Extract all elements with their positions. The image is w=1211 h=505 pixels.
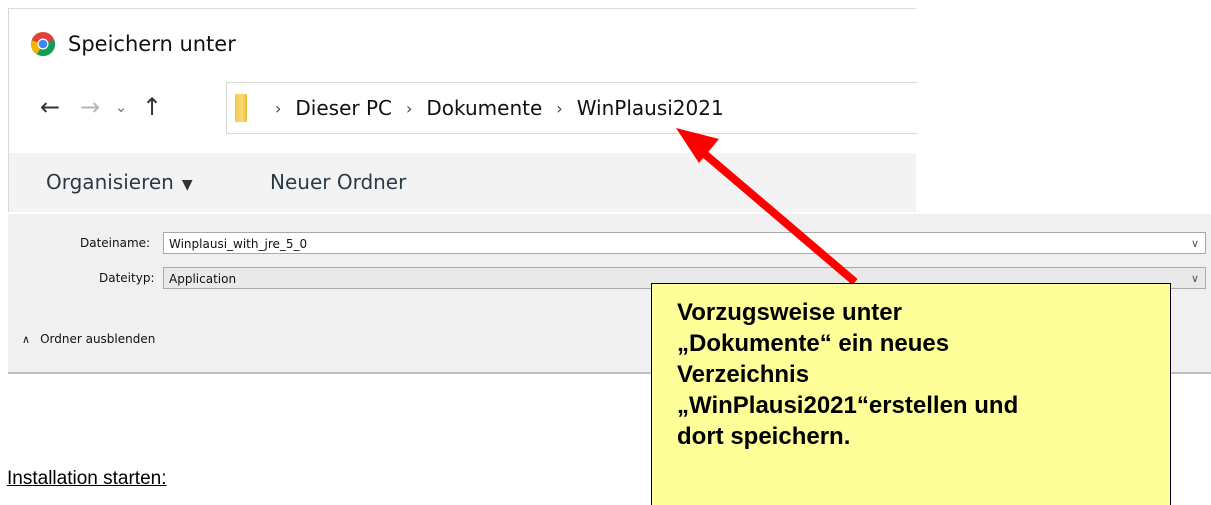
breadcrumb-separator: › bbox=[556, 98, 563, 118]
hide-folders-button[interactable]: ∧ Ordner ausblenden bbox=[22, 332, 155, 346]
filename-field[interactable]: Winplausi_with_jre_5_0 ∨ bbox=[163, 232, 1206, 254]
new-folder-button[interactable]: Neuer Ordner bbox=[270, 170, 406, 194]
filename-value: Winplausi_with_jre_5_0 bbox=[169, 237, 308, 251]
filetype-value: Application bbox=[169, 272, 237, 286]
hide-folders-label: Ordner ausblenden bbox=[40, 332, 156, 346]
filetype-label: Dateityp: bbox=[99, 271, 155, 285]
arrow-up-icon[interactable]: ↑ bbox=[132, 86, 172, 128]
arrow-left-icon[interactable]: ← bbox=[30, 86, 70, 128]
annotation-callout: Vorzugsweise unter „Dokumente“ ein neues… bbox=[651, 283, 1171, 505]
dialog-title: Speichern unter bbox=[68, 32, 236, 56]
new-folder-label: Neuer Ordner bbox=[270, 170, 407, 194]
chevron-down-icon[interactable]: ∨ bbox=[1191, 233, 1199, 255]
folder-icon bbox=[235, 94, 247, 122]
chevron-up-icon: ∧ bbox=[22, 332, 31, 346]
navigation-buttons: ← → ⌄ ↑ bbox=[30, 86, 172, 128]
chevron-down-icon[interactable]: ⌄ bbox=[110, 86, 132, 128]
caret-down-icon: ▼ bbox=[181, 177, 193, 193]
filename-label: Dateiname: bbox=[80, 236, 151, 250]
organize-label: Organisieren bbox=[46, 170, 174, 194]
breadcrumb-documents[interactable]: Dokumente bbox=[426, 96, 542, 120]
address-bar[interactable]: › Dieser PC › Dokumente › WinPlausi2021 bbox=[226, 82, 917, 134]
callout-text: Vorzugsweise unter „Dokumente“ ein neues… bbox=[677, 299, 1019, 450]
breadcrumb-separator: › bbox=[275, 98, 282, 118]
dialog-top-border bbox=[8, 8, 916, 9]
arrow-right-icon[interactable]: → bbox=[70, 86, 110, 128]
dialog-title-bar: Speichern unter bbox=[30, 26, 236, 62]
chevron-down-icon[interactable]: ∨ bbox=[1191, 268, 1199, 290]
install-start-heading: Installation starten: bbox=[7, 468, 167, 489]
breadcrumb-separator: › bbox=[406, 98, 413, 118]
breadcrumb-this-pc[interactable]: Dieser PC bbox=[295, 96, 392, 120]
organize-button[interactable]: Organisieren ▼ bbox=[46, 170, 193, 194]
breadcrumb-winplausi[interactable]: WinPlausi2021 bbox=[577, 96, 724, 120]
chrome-icon bbox=[30, 31, 56, 57]
